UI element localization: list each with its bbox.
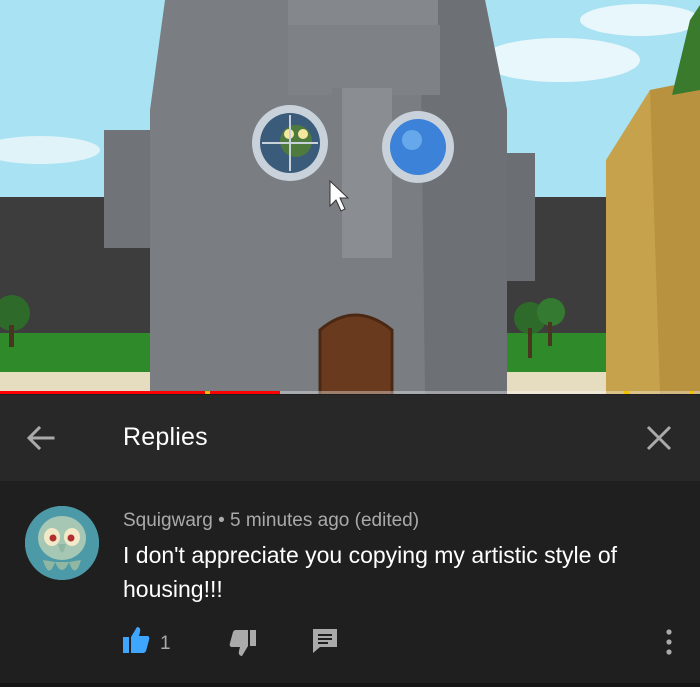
ad-marker xyxy=(689,391,694,394)
close-icon xyxy=(646,425,672,451)
close-button[interactable] xyxy=(638,417,680,459)
video-player[interactable] xyxy=(0,0,700,394)
divider xyxy=(0,683,700,687)
like-button[interactable] xyxy=(121,625,155,659)
comment-actions: 1 xyxy=(0,621,700,665)
reply-comment-icon xyxy=(313,629,337,653)
back-button[interactable] xyxy=(20,417,62,459)
comment-text: I don't appreciate you copying my artist… xyxy=(123,542,618,602)
video-progress-bar[interactable] xyxy=(0,391,700,394)
squidward-avatar-icon xyxy=(25,506,99,580)
panel-title: Replies xyxy=(123,423,208,451)
video-progress-fill xyxy=(0,391,280,394)
more-vertical-icon xyxy=(666,629,672,655)
meta-separator: • xyxy=(218,510,225,531)
more-button[interactable] xyxy=(655,625,683,659)
arrow-left-icon xyxy=(26,425,55,451)
ad-marker xyxy=(205,391,210,394)
comment-author[interactable]: Squigwarg xyxy=(123,510,213,531)
reply-button[interactable] xyxy=(310,625,344,659)
thumbs-down-icon xyxy=(229,630,256,656)
comment-meta: Squigwarg • 5 minutes ago (edited) xyxy=(123,510,419,532)
comment-item: Squigwarg • 5 minutes ago (edited) I don… xyxy=(0,481,700,687)
dislike-button[interactable] xyxy=(228,628,262,662)
video-frame xyxy=(0,0,700,394)
replies-header: Replies xyxy=(0,395,700,481)
like-count: 1 xyxy=(160,633,171,654)
comment-timestamp: 5 minutes ago (edited) xyxy=(230,510,420,531)
avatar[interactable] xyxy=(25,506,99,580)
ad-marker xyxy=(624,391,629,394)
thumbs-up-icon xyxy=(123,627,150,653)
